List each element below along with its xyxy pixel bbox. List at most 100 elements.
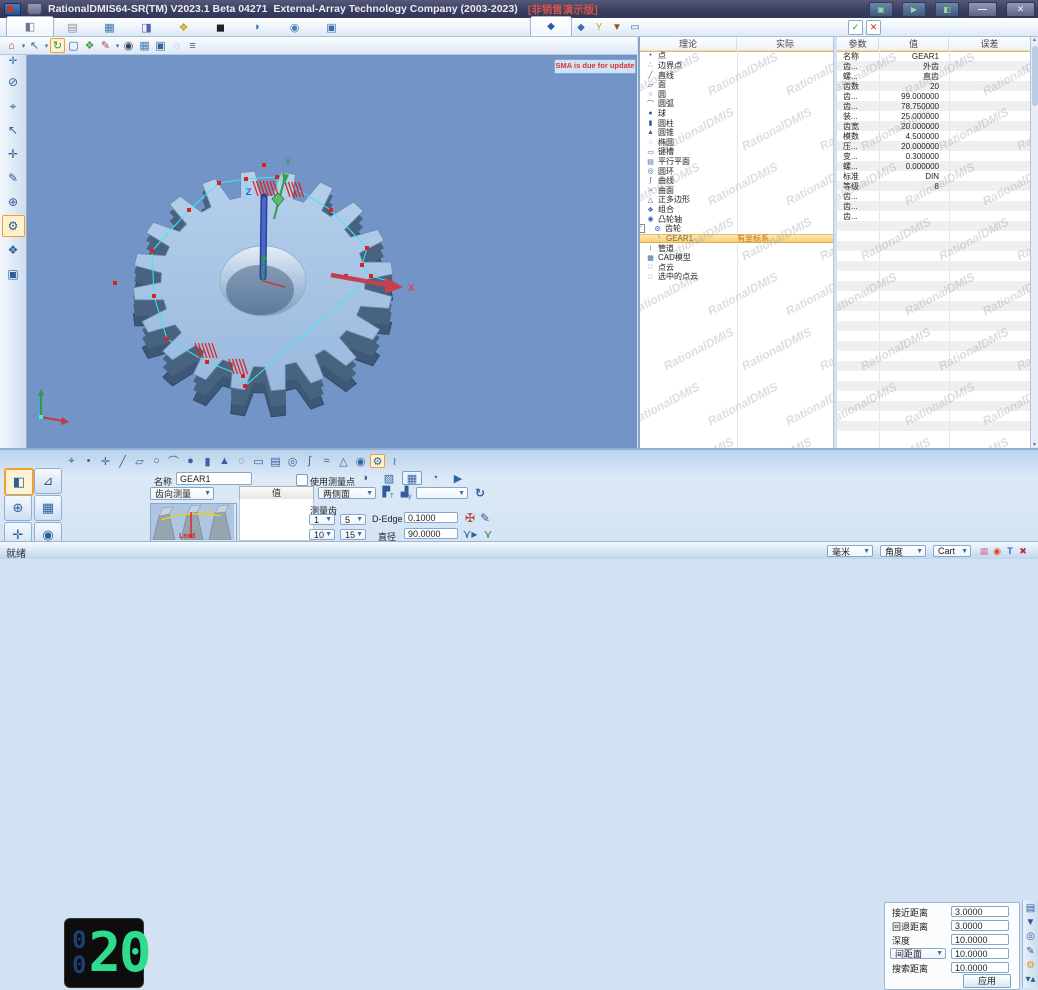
diameter-input[interactable] bbox=[404, 528, 458, 539]
home-button[interactable]: ⌂ bbox=[4, 38, 19, 53]
pen-probe-icon[interactable]: ✎ bbox=[1026, 946, 1034, 960]
machine-tool-icon-1[interactable]: ▣ bbox=[869, 1, 893, 17]
axis-pen-button-caret[interactable]: ▾ bbox=[114, 42, 121, 50]
tab-disc[interactable]: ◉ bbox=[276, 18, 313, 36]
feature-torus-icon[interactable]: ◎ bbox=[285, 454, 300, 468]
close-button[interactable]: ✕ bbox=[1006, 1, 1035, 17]
feature-curve-icon[interactable]: ∫ bbox=[302, 454, 317, 468]
diameter-in-icon[interactable]: ⋎ bbox=[480, 527, 496, 541]
machine-tool-icon-3[interactable]: ◧ bbox=[935, 1, 959, 17]
lock-button[interactable]: ◌ bbox=[169, 38, 184, 53]
view-arc-icon[interactable]: ◔ bbox=[425, 471, 445, 485]
param-row[interactable]: 螺... 直齿 bbox=[837, 71, 1030, 81]
home-button-caret[interactable]: ▾ bbox=[20, 42, 27, 50]
select-cursor-button[interactable]: ↖ bbox=[27, 38, 42, 53]
param-row[interactable]: 螺... 0.000000 bbox=[837, 161, 1030, 171]
panel-close-icon[interactable]: ✕ bbox=[866, 20, 881, 35]
param-header-name[interactable]: 参数 bbox=[837, 37, 879, 50]
probe-tip-button[interactable]: ⊕ bbox=[2, 191, 25, 213]
feature-ellipse-icon[interactable]: ◌ bbox=[234, 454, 249, 468]
pin-icon[interactable]: ✛ bbox=[9, 56, 17, 68]
tab-system[interactable]: ◨ bbox=[128, 18, 165, 36]
minimize-button[interactable]: — bbox=[968, 1, 997, 17]
view-graph-icon[interactable]: ▨ bbox=[379, 471, 399, 485]
zoom-window-button[interactable]: ▢ bbox=[66, 38, 81, 53]
scroll-up-icon[interactable]: ▲ bbox=[1032, 37, 1037, 43]
snapshot-button[interactable]: ▣ bbox=[153, 38, 168, 53]
measure-type-dropdown[interactable]: 齿向测量 ▼ bbox=[150, 487, 214, 500]
probe-select-button[interactable]: ↖ bbox=[2, 119, 25, 141]
tree-item-line[interactable]: ╱ 直线 bbox=[640, 70, 833, 80]
panel-check-icon[interactable]: ✓ bbox=[848, 20, 863, 35]
axis-pen-button[interactable]: ✎ bbox=[98, 38, 113, 53]
param-header-error[interactable]: 误差 bbox=[949, 37, 1030, 50]
flank-top-icon[interactable]: ▛T bbox=[380, 487, 396, 500]
tree-expander-icon[interactable]: − bbox=[640, 224, 645, 234]
flank-dropdown[interactable]: 两侧面 ▼ bbox=[318, 487, 376, 499]
tooth-select-1[interactable]: 1 ▼ bbox=[309, 514, 335, 525]
param-row[interactable]: 齿... bbox=[837, 211, 1030, 221]
tree-header-theory[interactable]: 理论 bbox=[640, 37, 737, 50]
tree-header-actual[interactable]: 实际 bbox=[737, 37, 833, 50]
probe-data-button[interactable]: ▣ bbox=[2, 263, 25, 285]
units-dropdown[interactable]: 毫米 ▼ bbox=[827, 545, 873, 557]
settings-gear-icon[interactable]: ⚙ bbox=[1026, 960, 1035, 974]
tab-part[interactable]: ◧ bbox=[6, 16, 54, 36]
apply-button[interactable]: 应用 bbox=[963, 974, 1011, 988]
tooth-select-2[interactable]: 5 ▼ bbox=[340, 514, 366, 525]
tooth-select-4[interactable]: 15 ▼ bbox=[340, 529, 366, 540]
filter-y-icon[interactable]: Y bbox=[590, 18, 608, 36]
param-row[interactable]: 等级 8 bbox=[837, 181, 1030, 191]
distance-input-1[interactable] bbox=[951, 920, 1009, 931]
param-row[interactable]: 标准 DIN bbox=[837, 171, 1030, 181]
params-scrollbar[interactable]: ▲ ▼ bbox=[1030, 37, 1038, 448]
feature-probe-icon[interactable]: ⌖ bbox=[64, 454, 79, 468]
name-input[interactable] bbox=[176, 472, 252, 485]
feature-sphere-icon[interactable]: ● bbox=[183, 454, 198, 468]
screen-icon[interactable]: ▭ bbox=[626, 18, 644, 36]
param-row[interactable]: 压... 20.000000 bbox=[837, 141, 1030, 151]
param-row[interactable]: 模数 4.500000 bbox=[837, 131, 1030, 141]
distance-input-3[interactable] bbox=[951, 948, 1009, 959]
filter-funnel-icon[interactable]: ▼ bbox=[608, 18, 626, 36]
collapse-icon[interactable]: ▾▴ bbox=[1025, 974, 1035, 988]
feature-arc-icon[interactable]: ⌒ bbox=[166, 454, 181, 468]
spacing-plane-dropdown[interactable]: 间距面 ▼ bbox=[890, 948, 946, 959]
feature-plane-icon[interactable]: ▱ bbox=[132, 454, 147, 468]
param-row[interactable]: 齿... 78.750000 bbox=[837, 101, 1030, 111]
feature-surface-icon[interactable]: ≈ bbox=[319, 454, 334, 468]
feature-gear-icon[interactable]: ⚙ bbox=[370, 454, 385, 468]
distance-input-2[interactable] bbox=[951, 934, 1009, 945]
view-probe-icon[interactable]: ◗ bbox=[356, 471, 376, 485]
param-row[interactable]: 齿... bbox=[837, 191, 1030, 201]
param-row[interactable]: 变... 0.300000 bbox=[837, 151, 1030, 161]
view-grid-icon[interactable]: ▦ bbox=[402, 471, 422, 485]
tab-document[interactable]: ▤ bbox=[54, 18, 91, 36]
viewport-3d[interactable]: Z Y X bbox=[27, 55, 637, 448]
feature-cone-icon[interactable]: ▲ bbox=[217, 454, 232, 468]
coordsys-dropdown[interactable]: Cart ▼ bbox=[933, 545, 971, 557]
param-row[interactable]: 齿... 99.000000 bbox=[837, 91, 1030, 101]
tree-item-arc[interactable]: ⌒ 圆弧 bbox=[640, 99, 833, 109]
tab-probe[interactable]: ◼ bbox=[202, 18, 239, 36]
feature-cylinder-icon[interactable]: ▮ bbox=[200, 454, 215, 468]
clean-button[interactable]: ≡ bbox=[185, 38, 200, 53]
tab-window[interactable]: ▦ bbox=[91, 18, 128, 36]
rotate-view-button[interactable]: ↻ bbox=[50, 38, 65, 53]
feature-polygon-icon[interactable]: △ bbox=[336, 454, 351, 468]
mode-machine-button[interactable]: ◧ bbox=[4, 468, 34, 496]
mode-fixture-button[interactable]: ▦ bbox=[34, 495, 62, 521]
dedge-point-icon[interactable]: ✠ bbox=[462, 511, 478, 525]
dedge-input[interactable] bbox=[404, 512, 458, 523]
status-text-icon[interactable]: T bbox=[1004, 545, 1016, 557]
flank-bottom-icon[interactable]: ▟y bbox=[398, 487, 414, 500]
probe-calibrate-button[interactable]: ⚙ bbox=[1, 215, 25, 237]
param-row[interactable]: 齿宽 20.000000 bbox=[837, 121, 1030, 131]
sma-update-badge[interactable]: SMA is due for update bbox=[554, 59, 636, 74]
texture-button[interactable]: ▦ bbox=[137, 38, 152, 53]
param-row[interactable]: 齿... bbox=[837, 201, 1030, 211]
feature-slot-icon[interactable]: ▭ bbox=[251, 454, 266, 468]
eye-view-button[interactable]: ◉ bbox=[121, 38, 136, 53]
status-lamp-icon[interactable]: ◉ bbox=[991, 545, 1003, 557]
tab-monitor[interactable]: ▣ bbox=[313, 18, 350, 36]
